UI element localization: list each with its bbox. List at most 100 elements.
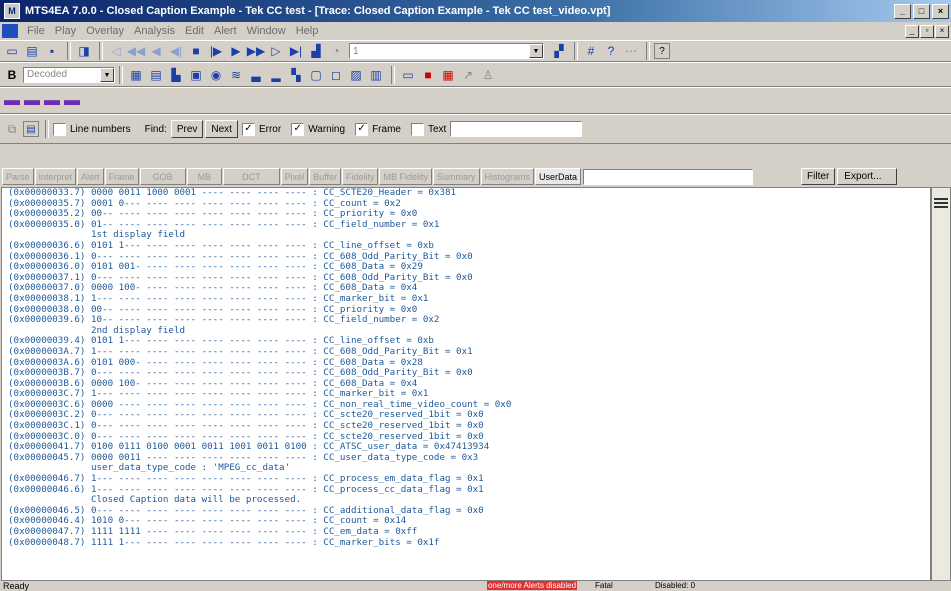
document-view-icon[interactable]: ▤	[23, 121, 39, 137]
text-checkbox[interactable]: Text	[410, 122, 446, 136]
dotted-icon[interactable]: ⋯	[622, 42, 640, 60]
find-text-input[interactable]	[450, 121, 583, 137]
bitrate-icon[interactable]: ▙	[167, 66, 185, 84]
filter-input[interactable]	[583, 168, 754, 185]
menu-file[interactable]: File	[22, 25, 50, 37]
frame-chart-icon[interactable]: ▚	[287, 66, 305, 84]
macroblock-icon[interactable]: ▢	[307, 66, 325, 84]
zoom-icon[interactable]: ◔	[327, 42, 345, 60]
line-numbers-label: Line numbers	[70, 123, 131, 135]
tab-buffer[interactable]: Buffer	[309, 168, 341, 185]
chevron-down-icon[interactable]: ▼	[100, 67, 114, 82]
copy-icon[interactable]: ⧉	[3, 120, 21, 138]
menu-play[interactable]: Play	[50, 25, 81, 37]
tab-summary[interactable]: Summary	[433, 168, 480, 185]
tab-parse[interactable]: Parse	[2, 168, 34, 185]
program-combo[interactable]: 1 ▼	[349, 43, 544, 59]
save-icon[interactable]: ▪	[43, 42, 61, 60]
chart-icon[interactable]: ▟	[307, 42, 325, 60]
menu-overlay[interactable]: Overlay	[81, 25, 129, 37]
maximize-button[interactable]: □	[913, 3, 930, 19]
mdi-restore-button[interactable]: ▫	[920, 24, 934, 38]
step-forward-icon[interactable]: ▷	[267, 42, 285, 60]
tab-fidelity[interactable]: Fidelity	[341, 168, 379, 185]
graph-icon[interactable]: ▞	[550, 42, 568, 60]
grid-icon[interactable]: ▦	[127, 66, 145, 84]
tab-frame[interactable]: Frame	[104, 168, 139, 185]
line-numbers-check[interactable]	[53, 122, 66, 136]
building-icon[interactable]: ▥	[367, 66, 385, 84]
tab-histograms[interactable]: Histograms	[480, 168, 535, 185]
record-icon[interactable]: ■	[419, 66, 437, 84]
frame-back-icon[interactable]: ◀|	[167, 42, 185, 60]
menu-help[interactable]: Help	[291, 25, 324, 37]
color-1-icon[interactable]: ▬	[3, 92, 21, 110]
picture-icon[interactable]: ▨	[347, 66, 365, 84]
toolbar-main: ▭ ▤ ▪ ◨ ◁ ◀◀ ◀ ◀| ■ |▶ ▶ ▶▶ ▷ ▶| ▟ ◔ 1 ▼…	[0, 40, 951, 62]
table-icon[interactable]: ▣	[187, 66, 205, 84]
color-2-icon[interactable]: ▬	[23, 92, 41, 110]
wave-icon[interactable]: ≋	[227, 66, 245, 84]
open-file-icon[interactable]: ▤	[23, 42, 41, 60]
window-icon[interactable]: ◻	[327, 66, 345, 84]
warning-checkbox[interactable]: ✓ Warning	[291, 122, 345, 136]
mdi-minimize-button[interactable]: _	[905, 24, 919, 38]
mdi-close-button[interactable]: ×	[935, 24, 949, 38]
fast-forward-icon[interactable]: ▶▶	[247, 42, 265, 60]
tab-pixel[interactable]: Pixel	[280, 168, 309, 185]
toolbar-colors: ▬ ▬ ▬ ▬	[0, 87, 951, 114]
view-combo[interactable]: Decoded ▼	[23, 66, 115, 83]
menu-alert[interactable]: Alert	[209, 25, 242, 37]
vertical-scrollbar[interactable]	[931, 187, 951, 581]
tab-mb-fidelity[interactable]: MB Fidelity	[379, 168, 432, 185]
new-file-icon[interactable]: ▭	[3, 42, 21, 60]
minimize-button[interactable]: _	[894, 3, 911, 19]
overlay-grid-icon[interactable]: ▦	[439, 66, 457, 84]
close-button[interactable]: ×	[932, 3, 949, 19]
menu-edit[interactable]: Edit	[180, 25, 209, 37]
chevron-down-icon[interactable]: ▼	[529, 44, 543, 58]
tab-dct[interactable]: DCT	[223, 168, 280, 185]
color-4-icon[interactable]: ▬	[63, 92, 81, 110]
tab-mb[interactable]: MB	[186, 168, 223, 185]
tab-alert[interactable]: Alert	[77, 168, 104, 185]
target-icon[interactable]: ◉	[207, 66, 225, 84]
properties-icon[interactable]: ◨	[75, 42, 93, 60]
menu-analysis[interactable]: Analysis	[129, 25, 180, 37]
warning-check[interactable]: ✓	[291, 122, 305, 136]
color-3-icon[interactable]: ▬	[43, 92, 61, 110]
tab-userdata[interactable]: UserData	[535, 168, 582, 185]
rewind-start-icon[interactable]: ◁	[107, 42, 125, 60]
export-image-icon[interactable]: ↗	[459, 66, 477, 84]
frame-checkbox[interactable]: ✓ Frame	[355, 122, 401, 136]
scrollbar-grip-icon[interactable]	[934, 198, 948, 212]
line-numbers-checkbox[interactable]: Line numbers	[53, 122, 131, 136]
filter-button[interactable]: Filter	[801, 168, 836, 185]
step-back-icon[interactable]: ◀	[147, 42, 165, 60]
prev-button[interactable]: Prev	[170, 120, 204, 138]
help-icon[interactable]: ?	[654, 43, 670, 59]
text-check[interactable]	[410, 122, 424, 136]
view-mode-icon[interactable]: B	[3, 66, 21, 84]
error-check[interactable]: ✓	[241, 122, 255, 136]
tab-interpret[interactable]: Interpret	[34, 168, 77, 185]
menu-window[interactable]: Window	[242, 25, 291, 37]
trace-output[interactable]: (0x00000033.7) 0000 0011 1000 0001 ---- …	[1, 187, 931, 581]
end-icon[interactable]: ▶|	[287, 42, 305, 60]
error-checkbox[interactable]: ✓ Error	[241, 122, 281, 136]
export-button[interactable]: Export...	[837, 168, 897, 185]
stop-icon[interactable]: ■	[187, 42, 205, 60]
next-button[interactable]: Next	[205, 120, 238, 138]
person-icon[interactable]: ♙	[479, 66, 497, 84]
frame-forward-icon[interactable]: |▶	[207, 42, 225, 60]
play-icon[interactable]: ▶	[227, 42, 245, 60]
layout-icon[interactable]: ▤	[147, 66, 165, 84]
frame-check[interactable]: ✓	[355, 122, 369, 136]
histogram-icon[interactable]: ▂	[267, 66, 285, 84]
bars-icon[interactable]: ▃	[247, 66, 265, 84]
hash-icon[interactable]: #	[582, 42, 600, 60]
monitor-icon[interactable]: ▭	[399, 66, 417, 84]
fast-rewind-icon[interactable]: ◀◀	[127, 42, 145, 60]
tab-gob[interactable]: GOB	[139, 168, 186, 185]
help-cursor-icon[interactable]: ?	[602, 42, 620, 60]
